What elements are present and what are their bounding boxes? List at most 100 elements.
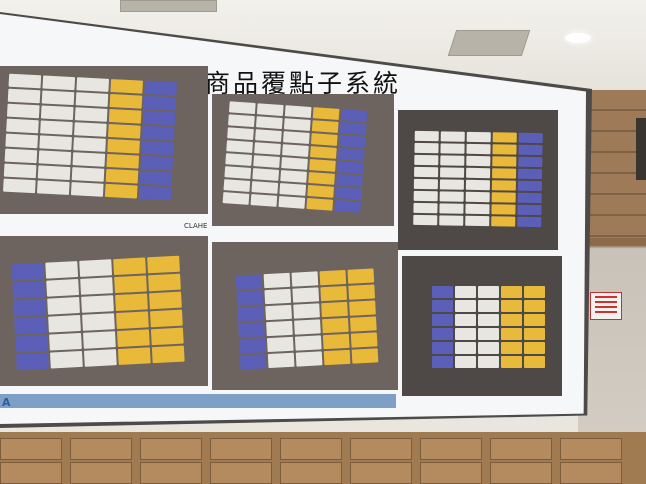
ticket-tile (293, 303, 320, 319)
ticket-tile (439, 215, 464, 226)
ticket-tile (8, 73, 42, 89)
ticket-tile (16, 352, 49, 371)
ticket-tile (340, 109, 368, 122)
ticket-tile (75, 92, 109, 107)
ticket-tile (348, 284, 376, 300)
ticket-tile (142, 110, 176, 126)
ticket-tile (251, 181, 279, 194)
ticket-tile (320, 285, 348, 302)
ceiling-light (565, 33, 591, 43)
ticket-tile (228, 101, 256, 115)
ticket-tile (6, 118, 39, 134)
ticket-tile (517, 216, 542, 228)
ticket-sheet (235, 268, 379, 370)
ticket-tile (455, 342, 476, 354)
ticket-tile (501, 286, 522, 298)
ticket-tile (239, 354, 267, 370)
ticket-tile (440, 155, 465, 166)
ticket-tile (455, 328, 476, 340)
ticket-tile (238, 338, 266, 354)
ticket-tile (116, 329, 150, 348)
ticket-tile (74, 107, 108, 122)
ticket-tile (501, 314, 522, 326)
ticket-tile (294, 319, 321, 335)
ticket-tile (440, 131, 465, 142)
slide-logo-fragment: A (2, 396, 11, 409)
ticket-tile (478, 300, 499, 312)
ticket-tile (414, 142, 439, 154)
ticket-tile (465, 191, 490, 203)
ticket-tile (141, 125, 175, 141)
product-photo-4 (0, 236, 208, 386)
ticket-tile (455, 314, 476, 326)
ticket-sheet (413, 130, 543, 228)
ticket-tile (11, 262, 45, 281)
ticket-tile (5, 133, 39, 149)
ticket-tile (524, 328, 545, 340)
ticket-tile (47, 296, 80, 315)
ticket-tile (45, 261, 79, 279)
ticket-tile (117, 347, 151, 365)
ticket-tile (501, 300, 522, 312)
ticket-tile (264, 288, 292, 305)
ticket-tile (7, 88, 41, 104)
ticket-tile (309, 159, 336, 172)
ticket-tile (253, 155, 280, 168)
ticket-tile (108, 123, 141, 139)
ticket-tile (3, 178, 36, 194)
ticket-tile (150, 327, 184, 346)
ticket-tile (73, 137, 106, 152)
ticket-tile (80, 277, 113, 295)
ticket-tile (79, 259, 113, 277)
ticket-tile (223, 179, 251, 192)
ticket-tile (72, 152, 106, 167)
ticket-tile (108, 108, 142, 124)
ticket-tile (336, 173, 363, 187)
ticket-tile (338, 135, 366, 148)
ticket-tile (144, 80, 177, 96)
ticket-tile (38, 150, 72, 166)
ticket-tile (491, 180, 516, 191)
ticket-tile (413, 178, 438, 190)
ticket-tile (255, 129, 282, 142)
ticket-tile (517, 180, 542, 192)
ticket-tile (334, 199, 362, 213)
ticket-tile (225, 153, 253, 166)
ticket-tile (224, 166, 252, 179)
ticket-tile (492, 168, 517, 179)
ticket-tile (151, 345, 185, 364)
ticket-tile (228, 114, 255, 128)
ticket-tile (478, 314, 499, 326)
ticket-tile (255, 116, 283, 130)
ticket-tile (41, 90, 75, 106)
ticket-tile (312, 107, 340, 120)
product-photo-5 (212, 242, 398, 390)
ticket-tile (141, 140, 174, 156)
ticket-tile (440, 143, 465, 154)
ticket-tile (235, 274, 263, 290)
ticket-tile (524, 286, 545, 298)
ticket-tile (351, 348, 379, 364)
ticket-tile (109, 94, 143, 109)
ticket-tile (491, 192, 516, 203)
ticket-tile (439, 203, 464, 214)
ticket-tile (517, 192, 542, 204)
ticket-tile (466, 131, 491, 143)
ticket-tile (440, 167, 465, 178)
ticket-tile (294, 335, 322, 351)
ticket-tile (252, 168, 280, 181)
ticket-tile (432, 300, 453, 312)
ticket-tile (337, 160, 364, 174)
ticket-tile (322, 317, 349, 334)
ticket-tile (491, 216, 516, 227)
ticket-tile (432, 314, 453, 326)
ticket-tile (524, 300, 545, 312)
product-photo-6 (402, 256, 562, 396)
ticket-tile (81, 295, 114, 313)
ticket-tile (278, 195, 306, 209)
ticket-tile (311, 120, 339, 133)
ticket-tile (70, 182, 104, 197)
ticket-tile (115, 293, 148, 312)
ticket-tile (414, 154, 439, 166)
ticket-tile (432, 342, 453, 354)
